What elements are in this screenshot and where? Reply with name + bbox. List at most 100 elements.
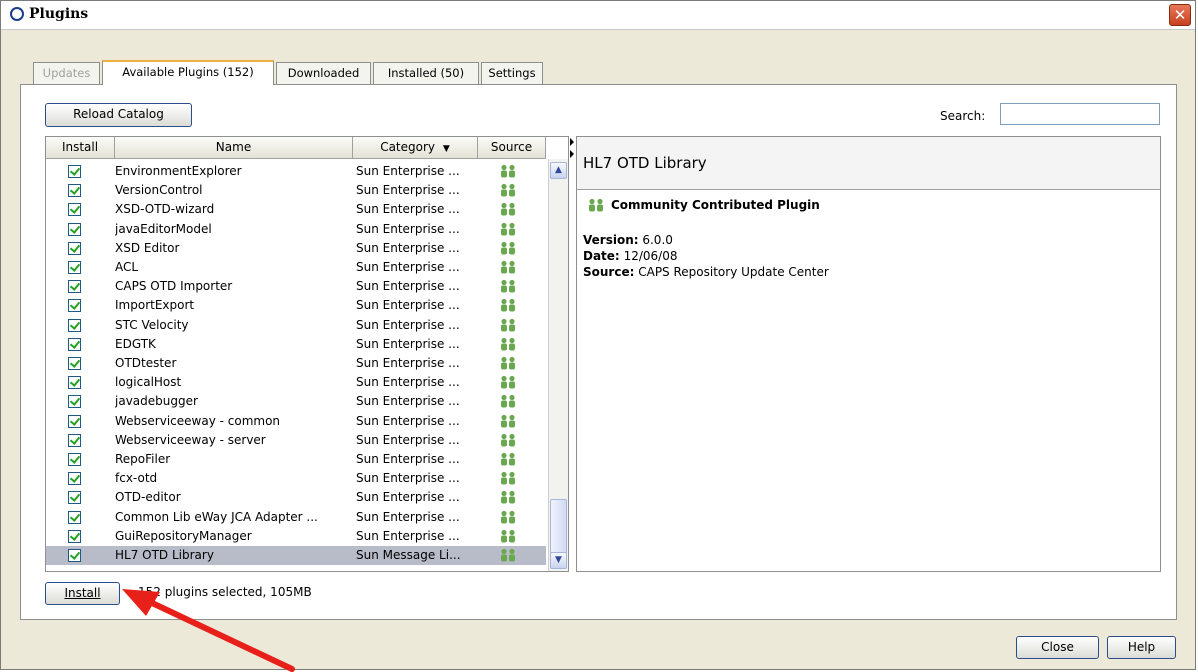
plugin-category: Sun Enterprise ... xyxy=(356,336,460,351)
plugin-category: Sun Enterprise ... xyxy=(356,490,460,505)
plugin-name: EnvironmentExplorer xyxy=(115,164,242,178)
community-source-icon xyxy=(501,184,515,197)
table-row[interactable]: OTD-editor Sun Enterprise ... xyxy=(46,488,546,507)
help-button[interactable]: Help xyxy=(1107,636,1176,659)
column-source[interactable]: Source xyxy=(478,137,546,159)
tab-installed[interactable]: Installed (50) xyxy=(373,62,479,84)
scrollbar-thumb[interactable] xyxy=(550,499,567,554)
close-button-label: Close xyxy=(1041,640,1074,654)
search-label: Search: xyxy=(940,109,986,123)
table-row[interactable]: Webserviceeway - common Sun Enterprise ..… xyxy=(46,412,546,431)
community-source-icon xyxy=(501,299,515,312)
plugin-name: GuiRepositoryManager xyxy=(115,528,252,543)
install-checkbox[interactable] xyxy=(68,165,81,178)
table-row[interactable]: ACL Sun Enterprise ... xyxy=(46,258,546,277)
plugin-name: OTD-editor xyxy=(115,490,181,505)
tab-updates[interactable]: Updates xyxy=(33,62,100,84)
install-checkbox[interactable] xyxy=(68,222,81,236)
help-button-label: Help xyxy=(1127,640,1156,654)
install-checkbox[interactable] xyxy=(68,241,81,255)
plugin-name: RepoFiler xyxy=(115,452,171,466)
split-pane-divider[interactable] xyxy=(569,136,576,572)
scroll-down-icon[interactable]: ▼ xyxy=(550,552,567,569)
column-install[interactable]: Install xyxy=(46,137,115,159)
plugin-category: Sun Enterprise ... xyxy=(356,375,460,390)
install-checkbox[interactable] xyxy=(68,433,81,447)
install-button[interactable]: Install xyxy=(45,582,120,605)
table-row[interactable]: fcx-otd Sun Enterprise ... xyxy=(46,469,546,488)
table-row[interactable]: VersionControl Sun Enterprise ... xyxy=(46,181,546,200)
install-checkbox[interactable] xyxy=(68,357,81,370)
install-checkbox[interactable] xyxy=(68,184,81,198)
close-button[interactable]: Close xyxy=(1016,636,1099,659)
community-badge-text: Community Contributed Plugin xyxy=(611,198,820,212)
table-row[interactable]: XSD Editor Sun Enterprise ... xyxy=(46,239,546,258)
tab-settings[interactable]: Settings xyxy=(481,62,543,84)
reload-catalog-button[interactable]: Reload Catalog xyxy=(45,103,192,127)
plugin-category: Sun Enterprise ... xyxy=(356,202,460,217)
table-row[interactable]: OTDtester Sun Enterprise ... xyxy=(46,354,546,373)
scroll-up-icon[interactable]: ▲ xyxy=(550,162,567,179)
community-source-icon xyxy=(501,529,515,543)
version-label: Version: xyxy=(583,233,639,247)
table-row[interactable]: XSD-OTD-wizard Sun Enterprise ... xyxy=(46,200,546,219)
install-checkbox[interactable] xyxy=(68,491,81,505)
sort-descending-icon: ▼ xyxy=(442,144,450,154)
install-checkbox[interactable] xyxy=(68,549,81,562)
table-row[interactable]: javadebugger Sun Enterprise ... xyxy=(46,392,546,411)
table-row[interactable]: HL7 OTD Library Sun Message Li... xyxy=(46,546,546,566)
plugin-name: Common Lib eWay JCA Adapter ... xyxy=(115,509,318,524)
plugin-category: Sun Enterprise ... xyxy=(356,413,460,428)
table-row[interactable]: Webserviceeway - server Sun Enterprise ..… xyxy=(46,431,546,450)
community-source-icon xyxy=(501,241,515,255)
install-checkbox[interactable] xyxy=(68,414,81,428)
plugin-category: Sun Enterprise ... xyxy=(356,164,460,178)
column-category-label: Category xyxy=(380,140,436,154)
details-header: HL7 OTD Library xyxy=(577,137,1160,190)
tab-available-plugins[interactable]: Available Plugins (152) xyxy=(102,60,274,85)
table-row[interactable]: EnvironmentExplorer Sun Enterprise ... xyxy=(46,162,546,181)
community-source-icon xyxy=(501,318,515,332)
install-checkbox[interactable] xyxy=(68,203,81,217)
install-checkbox[interactable] xyxy=(68,261,81,274)
install-checkbox[interactable] xyxy=(68,318,81,332)
table-row[interactable]: CAPS OTD Importer Sun Enterprise ... xyxy=(46,277,546,296)
install-checkbox[interactable] xyxy=(68,529,81,543)
tab-downloaded[interactable]: Downloaded xyxy=(276,62,371,84)
plugin-details-panel: HL7 OTD Library Community Contributed Pl… xyxy=(576,136,1161,572)
collapse-arrows-icon[interactable] xyxy=(569,136,576,166)
install-checkbox[interactable] xyxy=(68,472,81,486)
table-scrollbar[interactable]: ▲ ▼ xyxy=(548,159,568,571)
plugin-name: javaEditorModel xyxy=(115,221,212,236)
install-checkbox[interactable] xyxy=(68,453,81,466)
community-source-icon xyxy=(501,433,515,447)
plugin-category: Sun Enterprise ... xyxy=(356,471,460,486)
community-source-icon xyxy=(501,452,515,466)
plugin-name: OTDtester xyxy=(115,356,177,370)
install-checkbox[interactable] xyxy=(68,395,81,409)
plugins-table: Install Name Category ▼ Source Environme… xyxy=(45,136,569,572)
install-checkbox[interactable] xyxy=(68,376,81,390)
install-checkbox[interactable] xyxy=(68,299,81,313)
table-row[interactable]: javaEditorModel Sun Enterprise ... xyxy=(46,220,546,239)
table-row[interactable]: ImportExport Sun Enterprise ... xyxy=(46,296,546,315)
search-input[interactable] xyxy=(1000,103,1160,125)
table-row[interactable]: GuiRepositoryManager Sun Enterprise ... xyxy=(46,527,546,546)
table-row[interactable]: EDGTK Sun Enterprise ... xyxy=(46,335,546,354)
column-category[interactable]: Category ▼ xyxy=(353,137,478,159)
table-row[interactable]: logicalHost Sun Enterprise ... xyxy=(46,373,546,392)
column-name[interactable]: Name xyxy=(115,137,353,159)
plugin-name: Webserviceeway - server xyxy=(115,432,266,447)
table-header: Install Name Category ▼ Source xyxy=(46,137,546,159)
install-checkbox[interactable] xyxy=(68,337,81,351)
install-checkbox[interactable] xyxy=(68,510,81,524)
plugin-name: ACL xyxy=(115,260,139,274)
table-row[interactable]: STC Velocity Sun Enterprise ... xyxy=(46,316,546,335)
table-row[interactable]: Common Lib eWay JCA Adapter ... Sun Enter… xyxy=(46,508,546,527)
install-checkbox[interactable] xyxy=(68,280,81,294)
community-source-icon xyxy=(501,491,515,504)
community-source-icon xyxy=(501,356,515,370)
close-window-icon[interactable]: ✕ xyxy=(1169,4,1191,26)
plugin-category: Sun Enterprise ... xyxy=(356,452,460,466)
table-row[interactable]: RepoFiler Sun Enterprise ... xyxy=(46,450,546,469)
